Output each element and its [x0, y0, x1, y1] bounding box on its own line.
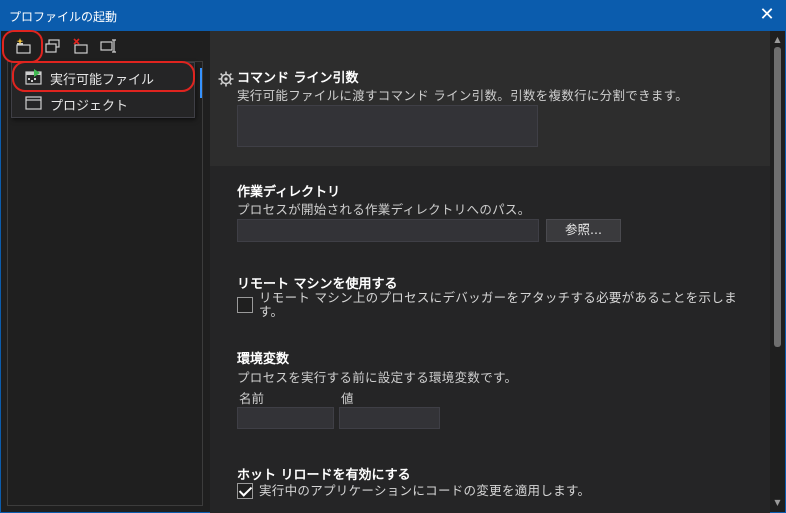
duplicate-profile-icon [45, 39, 60, 53]
window-title: プロファイルの起動 [9, 10, 118, 24]
dialog-body: 実行可能ファイル プロジェクト コマンド ライン引数 実行可能ファイルに渡すコマ… [0, 31, 786, 513]
rename-profile-icon [100, 39, 116, 53]
close-button[interactable]: ✕ [758, 5, 776, 25]
command-line-section: コマンド ライン引数 実行可能ファイルに渡すコマンド ライン引数。引数を複数行に… [210, 31, 770, 166]
hot-reload-checkbox[interactable] [237, 483, 253, 499]
env-value-header: 値 [341, 391, 354, 406]
working-dir-title: 作業ディレクトリ [237, 185, 341, 200]
working-dir-input[interactable] [237, 219, 539, 242]
duplicate-profile-button[interactable] [43, 37, 63, 55]
env-description: プロセスを実行する前に設定する環境変数です。 [237, 370, 518, 385]
browse-button[interactable]: 参照... [546, 219, 621, 242]
new-profile-menu: 実行可能ファイル プロジェクト [11, 62, 195, 118]
executable-icon [25, 69, 42, 85]
remote-checkbox-label: リモート マシン上のプロセスにデバッガーをアタッチする必要があることを示します。 [259, 290, 737, 319]
working-dir-description: プロセスが開始される作業ディレクトリへのパス。 [237, 202, 531, 217]
menu-item-project[interactable]: プロジェクト [12, 91, 196, 117]
settings-pane: コマンド ライン引数 実行可能ファイルに渡すコマンド ライン引数。引数を複数行に… [210, 31, 770, 513]
menu-item-executable[interactable]: 実行可能ファイル [12, 65, 196, 91]
scroll-down-icon[interactable]: ▼ [770, 496, 785, 510]
vertical-scrollbar[interactable]: ▲ ▼ [770, 31, 785, 512]
delete-profile-button[interactable] [71, 37, 91, 55]
scroll-thumb[interactable] [774, 47, 781, 347]
hot-reload-title: ホット リロードを有効にする [237, 468, 411, 483]
env-title: 環境変数 [237, 352, 290, 367]
remote-checkbox[interactable] [237, 297, 253, 313]
hot-reload-checkbox-label: 実行中のアプリケーションにコードの変更を適用します。 [259, 483, 591, 498]
env-name-input[interactable] [237, 407, 334, 429]
selection-indicator [200, 68, 202, 98]
command-line-description: 実行可能ファイルに渡すコマンド ライン引数。引数を複数行に分割できます。 [237, 88, 689, 103]
title-bar: プロファイルの起動 ✕ [0, 0, 786, 31]
project-icon [25, 96, 42, 110]
rename-profile-button[interactable] [99, 37, 119, 55]
scroll-up-icon[interactable]: ▲ [770, 33, 785, 47]
new-profile-button[interactable] [14, 37, 34, 55]
toolbar [1, 31, 209, 61]
menu-item-label: プロジェクト [50, 99, 129, 114]
env-name-header: 名前 [239, 391, 265, 406]
menu-item-label: 実行可能ファイル [50, 73, 155, 88]
delete-profile-icon [73, 38, 88, 54]
profile-list[interactable] [7, 61, 203, 506]
env-value-input[interactable] [339, 407, 440, 429]
command-line-input[interactable] [237, 105, 538, 147]
new-profile-icon [16, 38, 31, 54]
command-line-title: コマンド ライン引数 [237, 71, 359, 86]
gear-icon [218, 71, 234, 87]
